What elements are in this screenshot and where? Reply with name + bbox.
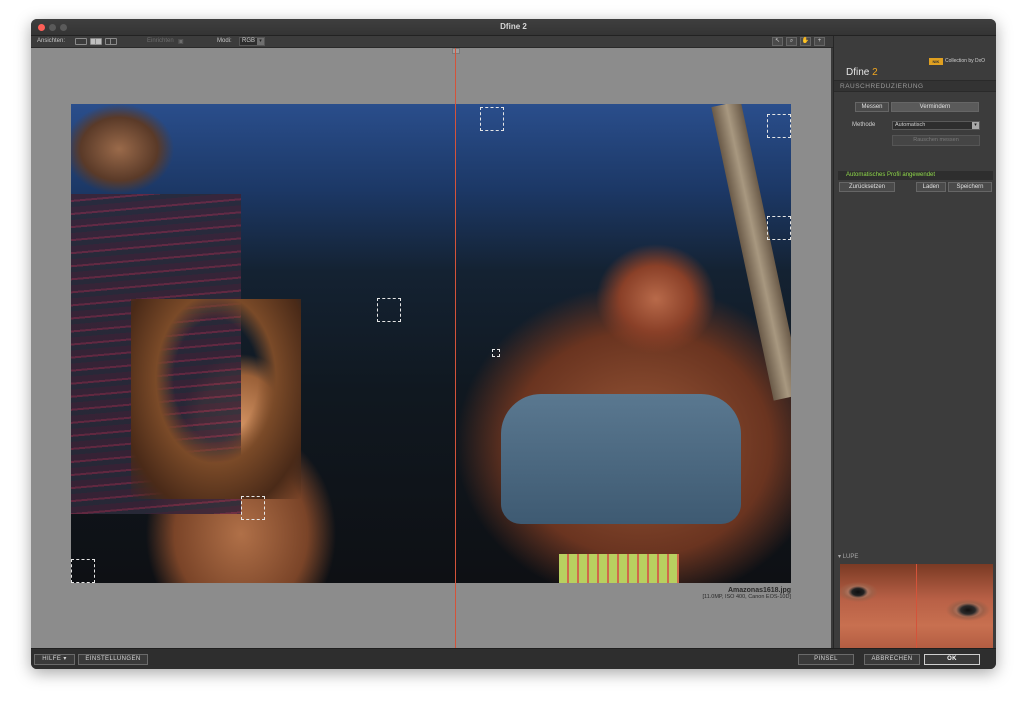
plus-icon: + bbox=[817, 38, 822, 44]
control-panel: NIK Collection by DxO Dfine 2 RAUSCHREDU… bbox=[833, 36, 996, 662]
collection-text: Collection by DxO bbox=[945, 58, 986, 64]
loupe-header[interactable]: ▾ LUPE bbox=[834, 553, 996, 562]
section-header-noise-reduction[interactable]: RAUSCHREDUZIERUNG bbox=[834, 80, 996, 92]
noise-sample-rectangle[interactable] bbox=[767, 114, 791, 138]
save-profile-button[interactable]: Speichern bbox=[948, 182, 992, 192]
photo-region-colorful-skirt bbox=[559, 554, 679, 583]
preview-canvas[interactable]: Amazonas1618.jpg [11.0MP, ISO 400, Canon… bbox=[31, 48, 831, 648]
noise-sample-point[interactable] bbox=[492, 349, 500, 357]
tab-reduce[interactable]: Vermindern bbox=[891, 102, 979, 112]
load-button[interactable]: Laden bbox=[916, 182, 946, 192]
app-window: Dfine 2 Ansichten: Einrichten ▣ Modi: RG… bbox=[31, 19, 996, 669]
method-select[interactable]: Automatisch ▾ bbox=[892, 121, 980, 130]
preview-setup-label: Einrichten bbox=[147, 38, 174, 44]
zoom-tool-button[interactable]: ⌕ bbox=[786, 37, 797, 46]
arrow-tool-icon: ↖ bbox=[774, 38, 781, 44]
measure-noise-button[interactable]: Rauschen messen bbox=[892, 135, 980, 146]
split-view-icon bbox=[95, 39, 96, 44]
views-label: Ansichten: bbox=[37, 38, 66, 44]
noise-sample-rectangle[interactable] bbox=[377, 298, 401, 322]
preview-image[interactable] bbox=[71, 104, 791, 583]
ok-button[interactable]: OK bbox=[924, 654, 980, 665]
photo-filename: Amazonas1618.jpg bbox=[727, 587, 791, 594]
photo-region-child bbox=[131, 299, 301, 499]
photo-region-wooden-pole bbox=[711, 104, 791, 401]
noise-sample-rectangle[interactable] bbox=[71, 559, 95, 583]
split-view-button[interactable] bbox=[90, 38, 102, 45]
single-view-button[interactable] bbox=[75, 38, 87, 45]
brand-version: 2 bbox=[872, 67, 878, 78]
hand-icon: ✋ bbox=[801, 38, 810, 44]
product-brand: Dfine 2 bbox=[846, 67, 878, 78]
method-select-value: Automatisch bbox=[895, 122, 926, 128]
photo-caption: Amazonas1618.jpg [11.0MP, ISO 400, Canon… bbox=[703, 587, 791, 600]
photo-metadata: [11.0MP, ISO 400, Canon EOS-10D] bbox=[702, 594, 791, 600]
loupe-split-line bbox=[916, 564, 917, 652]
loupe-preview[interactable] bbox=[840, 564, 993, 652]
noise-sample-rectangle[interactable] bbox=[480, 107, 504, 131]
chevron-down-icon: ▾ bbox=[972, 122, 979, 129]
help-button[interactable]: HILFE ▾ bbox=[34, 654, 75, 665]
mode-label: Modi: bbox=[217, 38, 232, 44]
side-by-side-view-button[interactable] bbox=[105, 38, 117, 45]
method-label: Methode bbox=[852, 122, 876, 128]
hand-tool-button[interactable]: ✋ bbox=[800, 37, 811, 46]
photo-region-blue-top bbox=[501, 394, 741, 524]
lock-icon: ▣ bbox=[178, 39, 184, 45]
split-handle[interactable] bbox=[452, 48, 460, 54]
brush-button[interactable]: PINSEL bbox=[798, 654, 854, 665]
chevron-down-icon: ▾ bbox=[257, 38, 264, 45]
collection-logo: NIK bbox=[929, 58, 943, 65]
noise-sample-rectangle[interactable] bbox=[241, 496, 265, 520]
bottom-bar: HILFE ▾ EINSTELLUNGEN PINSEL ABBRECHEN O… bbox=[31, 648, 996, 669]
arrow-tool-button[interactable]: ↖ bbox=[772, 37, 783, 46]
magnifier-icon: ⌕ bbox=[789, 38, 794, 44]
settings-button[interactable]: EINSTELLUNGEN bbox=[78, 654, 148, 665]
mode-select[interactable]: RGB ▾ bbox=[239, 37, 265, 46]
window-title: Dfine 2 bbox=[500, 22, 527, 31]
loupe-label: LUPE bbox=[842, 554, 859, 560]
cancel-button[interactable]: ABBRECHEN bbox=[864, 654, 920, 665]
mode-select-value: RGB bbox=[242, 38, 256, 44]
add-point-button[interactable]: + bbox=[814, 37, 825, 46]
side-by-side-icon bbox=[110, 39, 111, 44]
tab-measure[interactable]: Messen bbox=[855, 102, 889, 112]
title-bar: Dfine 2 bbox=[31, 19, 996, 36]
chevron-down-icon: ▾ bbox=[838, 554, 842, 560]
before-after-split-line[interactable] bbox=[455, 48, 456, 648]
brand-name: Dfine bbox=[846, 67, 870, 78]
reset-button[interactable]: Zurücksetzen bbox=[839, 182, 895, 192]
noise-sample-rectangle[interactable] bbox=[767, 216, 791, 240]
profile-status: Automatisches Profil angewendet bbox=[838, 171, 993, 180]
